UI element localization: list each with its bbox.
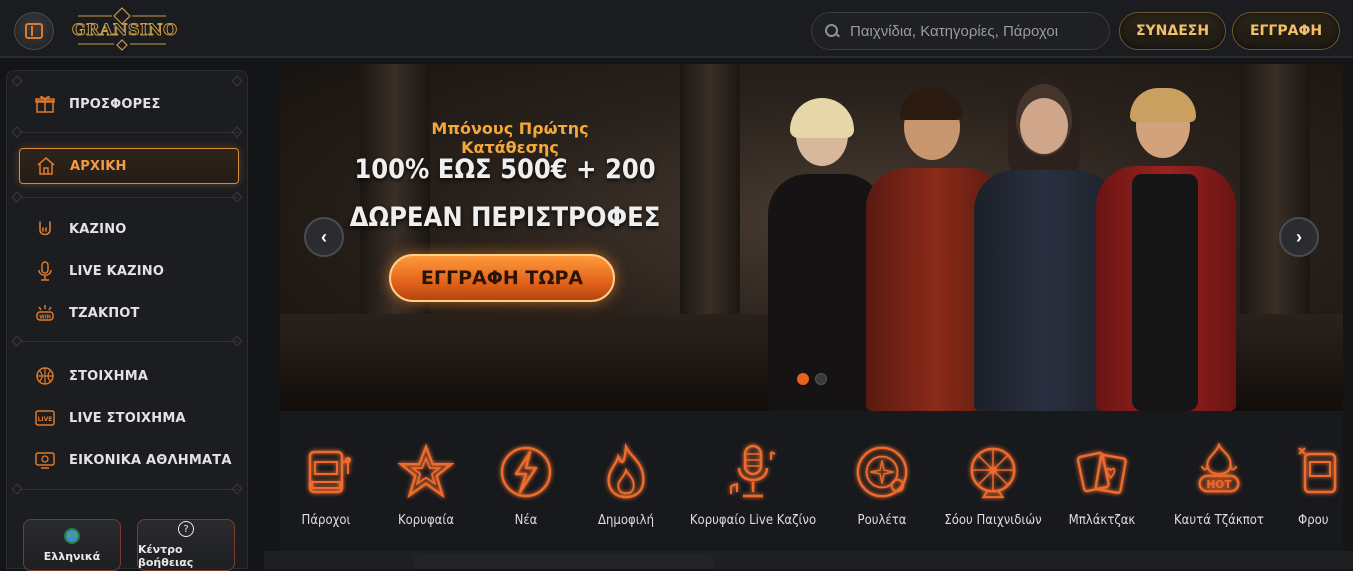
site-logo[interactable]: GRANSINO bbox=[72, 6, 178, 52]
lightning-icon bbox=[497, 443, 555, 501]
logo-text: GRANSINO bbox=[72, 20, 178, 40]
roulette-icon bbox=[853, 443, 911, 501]
sidebar-item-offers[interactable]: ΠΡΟΣΦΟΡΕΣ bbox=[19, 86, 239, 122]
category-roulette[interactable]: Ρουλέτα bbox=[836, 411, 928, 551]
carousel-dot-active[interactable] bbox=[797, 373, 809, 385]
rock-hand-icon bbox=[35, 219, 55, 239]
sidebar-item-label: ΠΡΟΣΦΟΡΕΣ bbox=[69, 96, 161, 112]
chevron-left-icon: ‹ bbox=[321, 226, 327, 247]
category-fruit[interactable]: Φρου bbox=[1286, 411, 1343, 551]
sidebar-item-live-casino[interactable]: LIVE ΚΑΖΙΝΟ bbox=[19, 253, 239, 289]
fire-icon bbox=[597, 442, 655, 501]
carousel-dot[interactable] bbox=[815, 373, 827, 385]
category-label: Σόου Παιχνιδιών bbox=[944, 513, 1042, 528]
sidebar-item-live-betting[interactable]: LIVE LIVE ΣΤΟΙΧΗΜΑ bbox=[19, 400, 239, 436]
sidebar-divider bbox=[19, 489, 239, 490]
live-badge-icon: LIVE bbox=[35, 408, 55, 428]
sidebar-item-casino[interactable]: ΚΑΖΙΝΟ bbox=[19, 211, 239, 247]
hero-title-line-2: ΔΩΡΕΑΝ ΠΕΡΙΣΤΡΟΦΕΣ bbox=[349, 202, 661, 233]
gift-icon bbox=[35, 94, 55, 114]
top-header: GRANSINO ΣΥΝΔΕΣΗ ΕΓΓΡΑΦΗ bbox=[0, 0, 1353, 58]
category-label: Πάροχοι bbox=[301, 513, 351, 528]
carousel-next-button[interactable]: › bbox=[1279, 217, 1319, 257]
category-label: Ρουλέτα bbox=[857, 513, 907, 528]
category-label: Κορυφαίο Live Καζίνο bbox=[689, 513, 817, 528]
help-center-button[interactable]: ? Κέντρο βοήθειας bbox=[137, 519, 235, 571]
virtual-sports-icon bbox=[35, 450, 55, 470]
sidebar-toggle-button[interactable] bbox=[14, 12, 54, 50]
svg-text:LIVE: LIVE bbox=[38, 416, 53, 423]
slot-machine-icon bbox=[297, 443, 355, 501]
next-section-peek bbox=[414, 555, 714, 569]
category-top[interactable]: Κορυφαία bbox=[380, 411, 472, 551]
corner-ornament bbox=[231, 75, 243, 87]
search-box[interactable] bbox=[811, 12, 1110, 50]
star-icon bbox=[397, 443, 455, 501]
login-button[interactable]: ΣΥΝΔΕΣΗ bbox=[1119, 12, 1226, 50]
sidebar: ΠΡΟΣΦΟΡΕΣ ΑΡΧΙΚΗ ΚΑΖΙΝΟ LIVE ΚΑΖΙΝΟ WIN … bbox=[6, 70, 248, 571]
svg-text:WIN: WIN bbox=[39, 315, 51, 321]
sidebar-item-label: ΑΡΧΙΚΗ bbox=[70, 158, 127, 174]
category-new[interactable]: Νέα bbox=[480, 411, 572, 551]
register-now-button[interactable]: ΕΓΓΡΑΦΗ ΤΩΡΑ bbox=[389, 254, 615, 302]
sidebar-item-label: LIVE ΚΑΖΙΝΟ bbox=[69, 263, 165, 279]
language-label: Ελληνικά bbox=[43, 549, 101, 563]
microphone-icon bbox=[724, 443, 782, 501]
jackpot-icon: WIN bbox=[35, 303, 55, 323]
chevron-right-icon: › bbox=[1296, 226, 1302, 247]
category-label: Νέα bbox=[514, 513, 538, 528]
cards-icon bbox=[1073, 443, 1131, 501]
home-icon bbox=[36, 156, 56, 176]
sidebar-item-label: LIVE ΣΤΟΙΧΗΜΑ bbox=[69, 410, 186, 426]
category-hot-jackpots[interactable]: HOT Καυτά Τζάκποτ bbox=[1164, 411, 1274, 551]
help-icon: ? bbox=[178, 521, 194, 537]
hero-title-line-1: 100% ΕΩΣ 500€ + 200 bbox=[354, 154, 656, 185]
sidebar-divider bbox=[19, 132, 239, 133]
basketball-icon bbox=[35, 366, 55, 386]
category-label: Μπλάκτζακ bbox=[1068, 513, 1136, 528]
sidebar-divider bbox=[19, 341, 239, 342]
category-game-shows[interactable]: Σόου Παιχνιδιών bbox=[940, 411, 1046, 551]
globe-icon bbox=[64, 527, 80, 544]
sidebar-item-jackpot[interactable]: WIN ΤΖΑΚΠΟΤ bbox=[19, 295, 239, 331]
wheel-icon bbox=[964, 443, 1022, 501]
character-man-red-jacket bbox=[1090, 88, 1240, 411]
category-label: Δημοφιλή bbox=[597, 513, 654, 528]
sidebar-item-label: ΤΖΑΚΠΟΤ bbox=[69, 305, 140, 321]
category-row: Πάροχοι Κορυφαία Νέα Δημοφιλή Κορυφαίο L… bbox=[280, 411, 1343, 551]
category-blackjack[interactable]: Μπλάκτζακ bbox=[1056, 411, 1148, 551]
search-icon bbox=[824, 23, 840, 39]
hero-banner[interactable]: Μπόνους Πρώτης Κατάθεσης 100% ΕΩΣ 500€ +… bbox=[280, 64, 1343, 411]
category-popular[interactable]: Δημοφιλή bbox=[580, 411, 672, 551]
sidebar-divider bbox=[19, 197, 239, 198]
sidebar-item-label: ΕΙΚΟΝΙΚΑ ΑΘΛΗΜΑΤΑ bbox=[69, 452, 232, 468]
register-button[interactable]: ΕΓΓΡΑΦΗ bbox=[1232, 12, 1340, 50]
next-section-strip bbox=[264, 551, 1353, 569]
hero-title: 100% ΕΩΣ 500€ + 200 ΔΩΡΕΑΝ ΠΕΡΙΣΤΡΟΦΕΣ bbox=[340, 146, 670, 242]
category-label: Φρου bbox=[1298, 513, 1329, 528]
microphone-icon bbox=[35, 261, 55, 281]
svg-text:HOT: HOT bbox=[1206, 478, 1232, 491]
language-button[interactable]: Ελληνικά bbox=[23, 519, 121, 571]
fruit-slot-icon bbox=[1294, 443, 1343, 501]
sidebar-item-label: ΣΤΟΙΧΗΜΑ bbox=[69, 368, 149, 384]
sidebar-item-label: ΚΑΖΙΝΟ bbox=[69, 221, 127, 237]
carousel-prev-button[interactable]: ‹ bbox=[304, 217, 344, 257]
sidebar-item-home[interactable]: ΑΡΧΙΚΗ bbox=[19, 148, 239, 184]
sidebar-toggle-icon bbox=[25, 23, 43, 39]
help-center-label: Κέντρο βοήθειας bbox=[138, 543, 194, 569]
sidebar-item-betting[interactable]: ΣΤΟΙΧΗΜΑ bbox=[19, 358, 239, 394]
category-top-live-casino[interactable]: Κορυφαίο Live Καζίνο bbox=[680, 411, 826, 551]
sidebar-item-virtual-sports[interactable]: ΕΙΚΟΝΙΚΑ ΑΘΛΗΜΑΤΑ bbox=[19, 442, 239, 478]
hot-icon: HOT bbox=[1190, 442, 1248, 501]
search-input[interactable] bbox=[850, 22, 1100, 40]
category-label: Καυτά Τζάκποτ bbox=[1174, 513, 1264, 528]
category-label: Κορυφαία bbox=[397, 513, 455, 528]
corner-ornament bbox=[11, 75, 23, 87]
category-providers[interactable]: Πάροχοι bbox=[280, 411, 372, 551]
